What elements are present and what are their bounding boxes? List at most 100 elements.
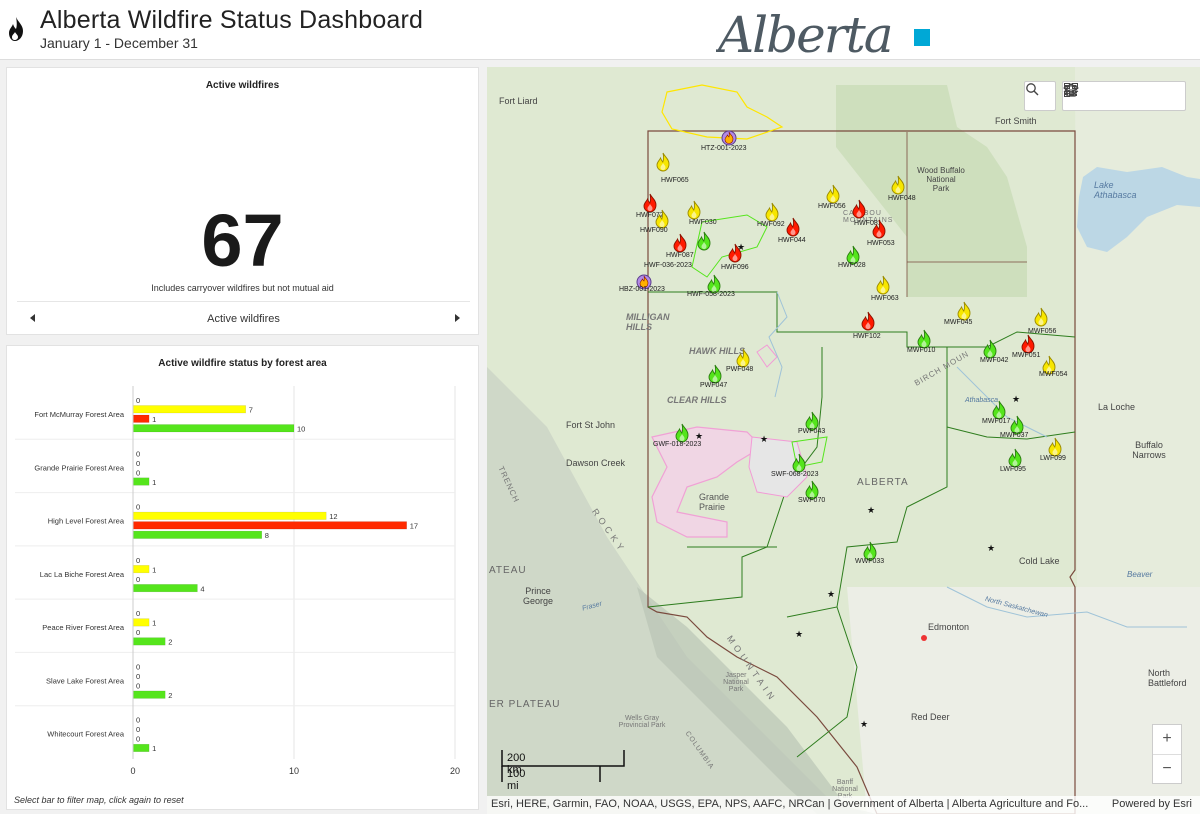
bar[interactable] <box>132 477 150 486</box>
fire-marker-icon[interactable] <box>1020 334 1036 354</box>
fire-label: HWF053 <box>867 240 895 247</box>
map-label-beaver: Beaver <box>1127 570 1153 579</box>
fire-marker-icon[interactable] <box>982 339 998 359</box>
svg-text:★: ★ <box>827 589 835 599</box>
fire-label: HTZ-001-2023 <box>701 145 747 152</box>
fire-marker-icon[interactable] <box>696 231 712 251</box>
fire-marker-icon[interactable] <box>721 127 737 147</box>
pager-label: Active wildfires <box>207 313 280 325</box>
bar-value-label: 0 <box>136 459 140 468</box>
bar[interactable] <box>132 618 150 627</box>
fire-marker-icon[interactable] <box>655 152 671 172</box>
fire-marker-icon[interactable] <box>825 184 841 204</box>
fire-label: HWF048 <box>888 195 916 202</box>
fire-marker-icon[interactable] <box>791 453 807 473</box>
bar[interactable] <box>132 584 198 593</box>
map-label-wells-gray: Wells Gray Provincial Park <box>618 715 666 729</box>
fire-label: HWF090 <box>640 227 668 234</box>
fire-marker-icon[interactable] <box>991 400 1007 420</box>
bar-value-label: 0 <box>136 575 140 584</box>
attribution-text[interactable]: Esri, HERE, Garmin, FAO, NOAA, USGS, EPA… <box>491 798 1101 810</box>
fire-marker-icon[interactable] <box>1007 448 1023 468</box>
bar[interactable] <box>132 405 246 414</box>
chart-title: Active wildfire status by forest area <box>158 358 327 369</box>
fire-label: HWF044 <box>778 237 806 244</box>
powered-by[interactable]: Powered by Esri <box>1112 798 1192 810</box>
fire-label: PWF047 <box>700 382 728 389</box>
fire-label: WWF033 <box>855 558 885 565</box>
fire-label: MWF051 <box>1012 352 1041 359</box>
page-title: Alberta Wildfire Status Dashboard <box>40 6 424 34</box>
fire-marker-icon[interactable] <box>727 243 743 263</box>
indicator-note: Includes carryover wildfires but not mut… <box>151 283 334 293</box>
bar[interactable] <box>132 690 166 699</box>
map-label-dawson-creek: Dawson Creek <box>566 458 626 468</box>
fire-marker-icon[interactable] <box>785 217 801 237</box>
fire-label: HWF030 <box>689 219 717 226</box>
bar-value-label: 0 <box>136 628 140 637</box>
bar-value-label: 7 <box>249 406 253 415</box>
bar-value-label: 1 <box>152 619 156 628</box>
x-tick-label: 10 <box>289 766 299 776</box>
fire-label: HWF-036-2023 <box>644 262 692 269</box>
fire-marker-icon[interactable] <box>916 329 932 349</box>
category-label: Whitecourt Forest Area <box>47 730 125 739</box>
bar-value-label: 1 <box>152 478 156 487</box>
fire-label: SWF-068-2023 <box>771 471 819 478</box>
fire-marker-icon[interactable] <box>1033 307 1049 327</box>
bar-value-label: 0 <box>136 716 140 725</box>
bar-value-label: 0 <box>136 672 140 681</box>
fire-marker-icon[interactable] <box>890 175 906 195</box>
fire-label: MWF045 <box>944 319 973 326</box>
fire-marker-icon[interactable] <box>875 275 891 295</box>
fire-marker-icon[interactable] <box>851 199 867 219</box>
wildfire-map[interactable]: ★ ★ ★ ★ ★ ★ ★ ★ ★ Fort Liard Fort Smith … <box>487 67 1200 814</box>
map-label-fort-liard: Fort Liard <box>499 96 538 106</box>
svg-text:Alberta: Alberta <box>716 6 892 58</box>
fire-marker-icon[interactable] <box>674 423 690 443</box>
zoom-out-button[interactable]: − <box>1153 754 1181 783</box>
fire-marker-icon[interactable] <box>735 348 751 368</box>
svg-text:★: ★ <box>695 431 703 441</box>
bar[interactable] <box>132 637 166 646</box>
fire-marker-icon[interactable] <box>956 301 972 321</box>
layers-button[interactable] <box>1063 82 1153 110</box>
search-button[interactable] <box>1025 82 1055 110</box>
fire-marker-icon[interactable] <box>1047 437 1063 457</box>
zoom-in-button[interactable]: + <box>1153 725 1181 754</box>
fire-marker-icon[interactable] <box>764 202 780 222</box>
bar[interactable] <box>132 511 327 520</box>
chevron-right-icon[interactable] <box>452 313 462 323</box>
svg-text:★: ★ <box>1012 394 1020 404</box>
map-label-fort-smith: Fort Smith <box>995 116 1037 126</box>
bar[interactable] <box>132 530 263 539</box>
category-label: Grande Prairie Forest Area <box>34 463 124 472</box>
map-label-buffalo-narrows: Buffalo Narrows <box>1132 440 1166 460</box>
map-label-red-deer: Red Deer <box>911 712 950 722</box>
legend-button[interactable] <box>1065 82 1123 110</box>
map-label-lake-athabasca: Lake Athabasca <box>1094 180 1137 200</box>
qr-code-button[interactable] <box>1064 82 1183 110</box>
fire-marker-icon[interactable] <box>672 233 688 253</box>
bar[interactable] <box>132 521 407 530</box>
fire-marker-icon[interactable] <box>654 209 670 229</box>
bar[interactable] <box>132 414 150 423</box>
category-label: Slave Lake Forest Area <box>46 676 125 685</box>
bar[interactable] <box>132 743 150 752</box>
fire-marker-icon[interactable] <box>707 364 723 384</box>
bar[interactable] <box>132 424 295 433</box>
fire-marker-icon[interactable] <box>871 219 887 239</box>
fire-label: LWF095 <box>1000 466 1026 473</box>
map-toolbar <box>1062 81 1186 111</box>
indicator-pager: Active wildfires <box>17 301 470 335</box>
fire-label: HWF087 <box>666 252 694 259</box>
fire-marker-icon[interactable] <box>686 200 702 220</box>
chart-note: Select bar to filter map, click again to… <box>14 795 184 805</box>
map-attribution: Esri, HERE, Garmin, FAO, NOAA, USGS, EPA… <box>487 796 1200 814</box>
fire-marker-icon[interactable] <box>860 311 876 331</box>
fire-label: HWF092 <box>757 221 785 228</box>
fire-label: MWF037 <box>1000 432 1029 439</box>
fire-label: MWF054 <box>1039 371 1068 378</box>
bar-value-label: 1 <box>152 565 156 574</box>
bar[interactable] <box>132 565 150 574</box>
